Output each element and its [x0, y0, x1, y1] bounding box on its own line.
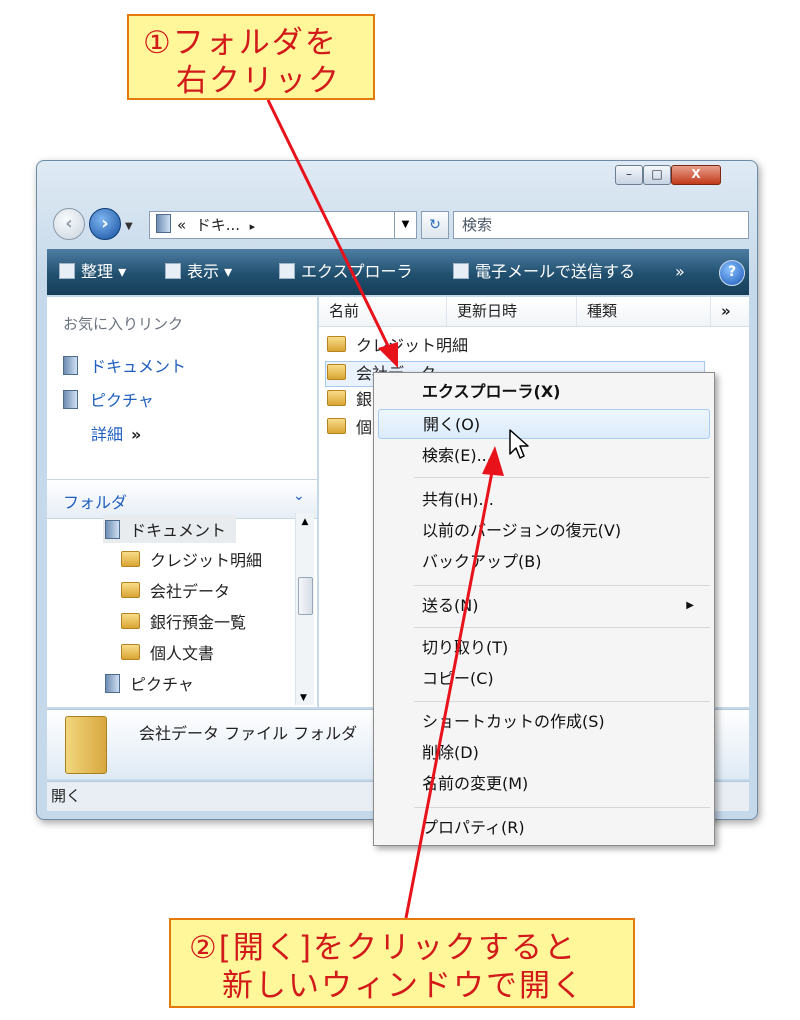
- arrow-step1-head: [378, 342, 398, 368]
- arrow-step1-line: [266, 99, 392, 351]
- callout-step2-line1: ②[開く]をクリックすると: [189, 930, 577, 966]
- arrow-step2-line: [404, 471, 494, 919]
- annotation-arrows: [266, 99, 504, 919]
- arrow-step2-head: [482, 446, 504, 476]
- callout-step2-line2: 新しいウィンドウで開く: [189, 968, 585, 1004]
- instruction-callout-step2: ②[開く]をクリックすると 新しいウィンドウで開く: [169, 918, 635, 1008]
